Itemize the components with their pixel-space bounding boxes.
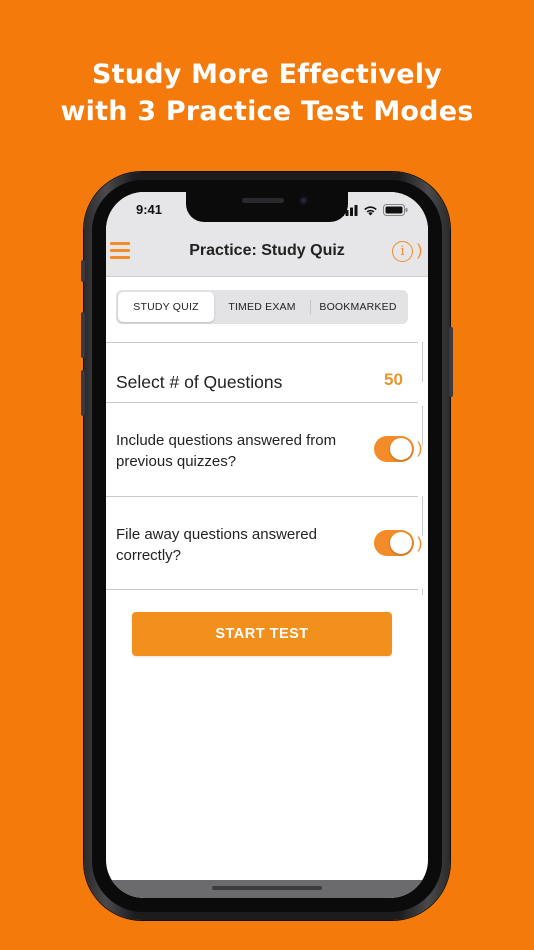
practice-mode-tabs: STUDY QUIZ TIMED EXAM BOOKMARKED <box>116 290 408 324</box>
phone-screen: 9:41 Practice: Study Quiz i) STUDY QUIZ… <box>106 192 428 898</box>
file-away-toggle[interactable] <box>374 530 414 556</box>
question-count-label[interactable]: Select # of Questions <box>116 372 282 393</box>
scroll-edge-indicator: ) <box>417 440 423 457</box>
file-away-label: File away questions answered correctly? <box>116 526 317 564</box>
divider-edge <box>422 342 423 382</box>
power-button <box>449 327 453 397</box>
divider-edge <box>422 496 423 536</box>
marketing-headline: Study More Effectively with 3 Practice T… <box>0 56 534 130</box>
navigation-bar: Practice: Study Quiz i ) <box>106 232 428 277</box>
divider <box>106 402 418 403</box>
info-icon[interactable]: i <box>392 241 413 262</box>
toggle-knob <box>390 532 412 554</box>
tab-bookmarked[interactable]: BOOKMARKED <box>310 292 406 322</box>
divider-edge <box>422 589 423 595</box>
scroll-edge-indicator: ) <box>417 535 423 552</box>
wifi-icon <box>364 205 377 215</box>
headline-line-2: with 3 Practice Test Modes <box>60 96 474 127</box>
divider <box>106 589 418 590</box>
front-camera <box>299 196 308 205</box>
question-count-value[interactable]: 50 <box>384 370 403 390</box>
toggle-knob <box>390 438 412 460</box>
divider <box>106 496 418 497</box>
start-test-button[interactable]: START TEST <box>132 612 392 656</box>
battery-icon <box>383 204 408 216</box>
phone-frame: 9:41 Practice: Study Quiz i) STUDY QUIZ… <box>81 172 453 920</box>
volume-down-button <box>81 370 85 416</box>
status-time: 9:41 <box>136 202 163 217</box>
mute-switch <box>81 260 85 282</box>
volume-up-button <box>81 312 85 358</box>
home-indicator[interactable] <box>212 886 322 890</box>
status-icons <box>341 204 408 216</box>
include-previous-label: Include questions answered from previous… <box>116 432 337 470</box>
headline-line-1: Study More Effectively <box>92 59 442 90</box>
earpiece-speaker <box>242 198 284 203</box>
include-previous-toggle[interactable] <box>374 436 414 462</box>
page-title: Practice: Study Quiz <box>189 242 345 259</box>
tab-study-quiz[interactable]: STUDY QUIZ <box>118 292 214 322</box>
scroll-edge-indicator: ) <box>417 242 423 259</box>
device-notch <box>186 192 348 222</box>
tab-timed-exam[interactable]: TIMED EXAM <box>214 292 310 322</box>
divider <box>106 342 418 343</box>
